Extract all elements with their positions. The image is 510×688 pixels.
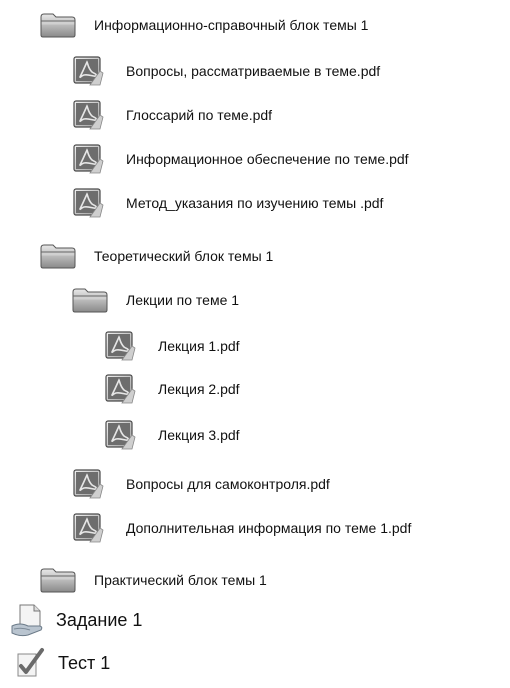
pdf-icon xyxy=(104,419,136,451)
pdf-icon xyxy=(104,330,136,362)
file-pdf-info-support[interactable]: Информационное обеспечение по теме.pdf xyxy=(72,143,409,175)
folder-label: Практический блок темы 1 xyxy=(94,572,267,588)
assignment-label: Задание 1 xyxy=(56,609,143,630)
file-pdf-questions[interactable]: Вопросы, рассматриваемые в теме.pdf xyxy=(72,55,380,87)
pdf-icon xyxy=(72,55,104,87)
folder-theory-block[interactable]: Теоретический блок темы 1 xyxy=(40,243,273,269)
file-label: Вопросы для самоконтроля.pdf xyxy=(126,476,330,492)
file-label: Глоссарий по теме.pdf xyxy=(126,107,273,123)
quiz-link[interactable]: Тест 1 xyxy=(12,646,110,680)
file-label: Метод_указания по изучению темы .pdf xyxy=(126,195,384,211)
quiz-label: Тест 1 xyxy=(58,652,111,673)
folder-label: Теоретический блок темы 1 xyxy=(94,248,274,264)
pdf-icon xyxy=(72,187,104,219)
file-pdf-glossary[interactable]: Глоссарий по теме.pdf xyxy=(72,99,272,131)
file-label: Вопросы, рассматриваемые в теме.pdf xyxy=(126,63,381,79)
quiz-check-icon xyxy=(12,646,46,680)
course-content-tree: Информационно-справочный блок темы 1 Воп… xyxy=(0,0,510,688)
file-label: Информационное обеспечение по теме.pdf xyxy=(126,151,409,167)
pdf-icon xyxy=(72,99,104,131)
file-label: Лекция 2.pdf xyxy=(158,381,240,397)
pdf-icon xyxy=(72,468,104,500)
pdf-icon xyxy=(72,143,104,175)
folder-label: Лекции по теме 1 xyxy=(126,292,240,308)
folder-icon xyxy=(40,243,76,269)
file-pdf-lecture-3[interactable]: Лекция 3.pdf xyxy=(104,419,240,451)
folder-icon xyxy=(40,567,76,593)
folder-lectures[interactable]: Лекции по теме 1 xyxy=(72,287,239,313)
folder-info-block[interactable]: Информационно-справочный блок темы 1 xyxy=(40,12,368,38)
folder-practice-block[interactable]: Практический блок темы 1 xyxy=(40,567,267,593)
pdf-icon xyxy=(72,512,104,544)
folder-icon xyxy=(40,12,76,38)
file-pdf-additional-info[interactable]: Дополнительная информация по теме 1.pdf xyxy=(72,512,411,544)
file-label: Лекция 1.pdf xyxy=(158,338,240,354)
assignment-link[interactable]: Задание 1 xyxy=(10,602,142,638)
file-label: Дополнительная информация по теме 1.pdf xyxy=(126,520,412,536)
file-pdf-self-check[interactable]: Вопросы для самоконтроля.pdf xyxy=(72,468,330,500)
file-pdf-method-guide[interactable]: Метод_указания по изучению темы .pdf xyxy=(72,187,383,219)
folder-label: Информационно-справочный блок темы 1 xyxy=(94,17,369,33)
file-pdf-lecture-2[interactable]: Лекция 2.pdf xyxy=(104,373,240,405)
pdf-icon xyxy=(104,373,136,405)
folder-icon xyxy=(72,287,108,313)
file-label: Лекция 3.pdf xyxy=(158,427,240,443)
assignment-icon xyxy=(10,602,46,638)
file-pdf-lecture-1[interactable]: Лекция 1.pdf xyxy=(104,330,240,362)
